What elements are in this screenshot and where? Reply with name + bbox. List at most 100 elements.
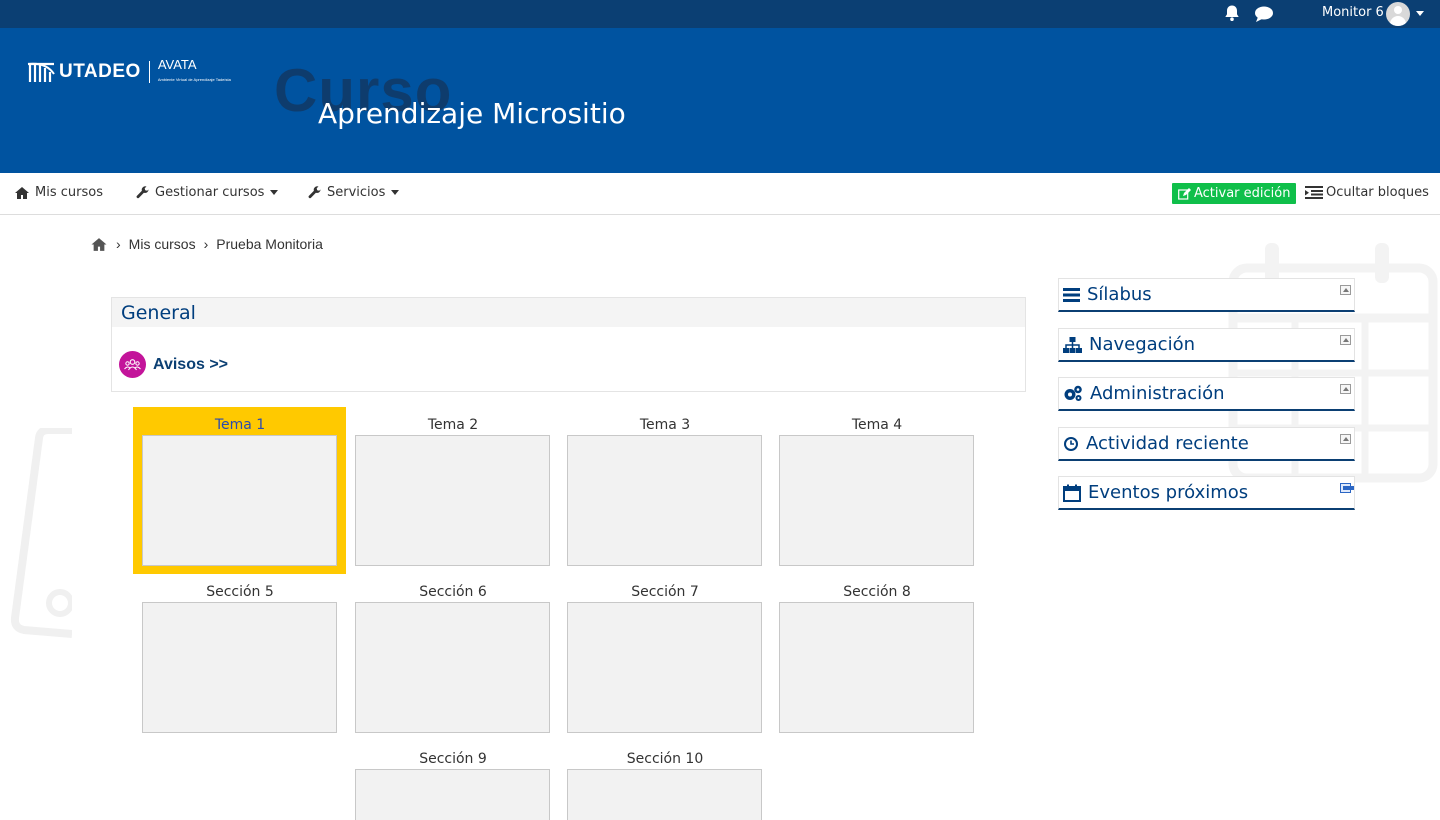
section-tile-label: Sección 8	[843, 584, 911, 600]
cogs-icon	[1064, 385, 1082, 401]
utadeo-logo-icon	[27, 62, 55, 82]
section-tile-image[interactable]	[779, 435, 974, 566]
section-tile-image[interactable]	[142, 602, 337, 733]
section-tile-image[interactable]	[142, 435, 337, 566]
section-tile[interactable]: Sección 7	[567, 582, 763, 733]
section-tile-image[interactable]	[779, 602, 974, 733]
avatar[interactable]	[1386, 2, 1410, 26]
section-tile-label: Tema 3	[639, 417, 691, 433]
section-tile-image[interactable]	[355, 435, 550, 566]
avisos-link[interactable]: Avisos >>	[119, 351, 228, 378]
chevron-right-icon: ›	[116, 236, 121, 252]
block-administracion: Administración	[1058, 377, 1355, 411]
section-tile-label: Tema 1	[214, 417, 266, 433]
section-tile-image[interactable]	[567, 602, 762, 733]
section-tile[interactable]: Tema 4	[779, 415, 975, 566]
section-tile[interactable]: Sección 8	[779, 582, 975, 733]
logo-product: AVATA Ambiente Virtual de Aprendizaje Ta…	[158, 58, 231, 86]
chevron-down-icon	[391, 190, 400, 195]
bell-icon[interactable]	[1223, 4, 1241, 22]
expand-toggle-icon[interactable]	[1340, 483, 1354, 493]
activate-edit-label: Activar edición	[1194, 186, 1291, 201]
section-tile[interactable]: Sección 10	[567, 749, 763, 820]
nav-my-courses[interactable]: Mis cursos	[14, 185, 103, 200]
block-header[interactable]: Navegación	[1063, 334, 1195, 355]
block-eventos-proximos: Eventos próximos	[1058, 476, 1355, 510]
block-title: Eventos próximos	[1088, 482, 1249, 503]
user-name[interactable]: Monitor 6	[1322, 5, 1384, 20]
home-icon	[15, 186, 29, 199]
block-header[interactable]: Administración	[1063, 383, 1225, 404]
section-tile-label: Sección 5	[206, 584, 274, 600]
breadcrumb-my-courses[interactable]: Mis cursos	[129, 236, 196, 252]
top-bar: Monitor 6	[0, 0, 1440, 28]
section-tile-image[interactable]	[355, 602, 550, 733]
logo-divider	[148, 61, 150, 83]
background-device-icon	[10, 428, 72, 638]
chevron-down-icon	[270, 190, 279, 195]
collapse-toggle-icon[interactable]	[1340, 285, 1351, 295]
main-nav: Mis cursos Gestionar cursos Servicios Ac…	[0, 173, 1440, 215]
chevron-down-icon[interactable]	[1416, 11, 1424, 16]
clock-icon	[1064, 436, 1078, 451]
course-title: Aprendizaje Micrositio	[318, 97, 626, 130]
general-section: General Avisos >>	[111, 297, 1026, 392]
outdent-icon	[1305, 186, 1323, 199]
nav-my-courses-label: Mis cursos	[35, 185, 103, 200]
general-heading: General	[112, 298, 1025, 327]
block-header[interactable]: Sílabus	[1063, 284, 1152, 305]
nav-manage-courses[interactable]: Gestionar cursos	[136, 185, 279, 200]
course-banner: UTADEO AVATA Ambiente Virtual de Aprendi…	[0, 28, 1440, 173]
section-tile[interactable]: Tema 2	[355, 415, 551, 566]
wrench-icon	[308, 185, 321, 198]
sitemap-icon	[1063, 336, 1082, 353]
section-tile[interactable]: Tema 1	[142, 415, 338, 566]
block-silabus: Sílabus	[1058, 278, 1355, 312]
section-tile[interactable]: Sección 6	[355, 582, 551, 733]
section-tile-label: Sección 9	[419, 751, 487, 767]
section-tile-label: Sección 10	[626, 751, 704, 767]
site-logo[interactable]: UTADEO AVATA Ambiente Virtual de Aprendi…	[26, 58, 231, 86]
hide-blocks-label: Ocultar bloques	[1326, 185, 1429, 200]
block-actividad-reciente: Actividad reciente	[1058, 427, 1355, 461]
section-tile-image[interactable]	[567, 435, 762, 566]
section-tile-image[interactable]	[567, 769, 762, 820]
block-title: Administración	[1090, 383, 1225, 404]
list-icon	[1063, 287, 1080, 302]
block-navegacion: Navegación	[1058, 328, 1355, 362]
block-title: Actividad reciente	[1086, 433, 1249, 454]
logo-product-subtitle: Ambiente Virtual de Aprendizaje Tadeísta	[157, 77, 231, 82]
logo-brand: UTADEO	[59, 61, 141, 82]
section-tile-label: Sección 7	[631, 584, 699, 600]
forum-users-icon	[119, 351, 146, 378]
collapse-toggle-icon[interactable]	[1340, 335, 1351, 345]
section-tile-label: Sección 6	[419, 584, 487, 600]
calendar-icon	[1063, 484, 1081, 502]
collapse-toggle-icon[interactable]	[1340, 434, 1351, 444]
collapse-toggle-icon[interactable]	[1340, 384, 1351, 394]
nav-services[interactable]: Servicios	[308, 185, 400, 200]
block-title: Sílabus	[1087, 284, 1152, 305]
section-tile-label: Tema 4	[851, 417, 903, 433]
logo-product-name: AVATA	[157, 57, 197, 72]
block-title: Navegación	[1089, 334, 1195, 355]
hide-blocks-button[interactable]: Ocultar bloques	[1305, 185, 1429, 200]
wrench-icon	[136, 185, 149, 198]
section-tile[interactable]: Sección 5	[142, 582, 338, 733]
section-tile[interactable]: Sección 9	[355, 749, 551, 820]
edit-icon	[1178, 187, 1191, 200]
nav-services-label: Servicios	[327, 185, 386, 200]
nav-manage-courses-label: Gestionar cursos	[155, 185, 265, 200]
breadcrumb-course[interactable]: Prueba Monitoria	[216, 236, 323, 252]
section-tile-label: Tema 2	[427, 417, 479, 433]
block-header[interactable]: Actividad reciente	[1063, 433, 1249, 454]
chat-icon[interactable]	[1254, 5, 1274, 23]
breadcrumb: › Mis cursos › Prueba Monitoria	[90, 236, 323, 252]
chevron-right-icon: ›	[203, 236, 209, 252]
activate-edit-button[interactable]: Activar edición	[1172, 183, 1297, 204]
section-tile-image[interactable]	[355, 769, 550, 820]
avisos-label: Avisos >>	[153, 355, 229, 373]
block-header[interactable]: Eventos próximos	[1063, 482, 1248, 503]
section-tile[interactable]: Tema 3	[567, 415, 763, 566]
home-icon[interactable]	[90, 237, 108, 252]
